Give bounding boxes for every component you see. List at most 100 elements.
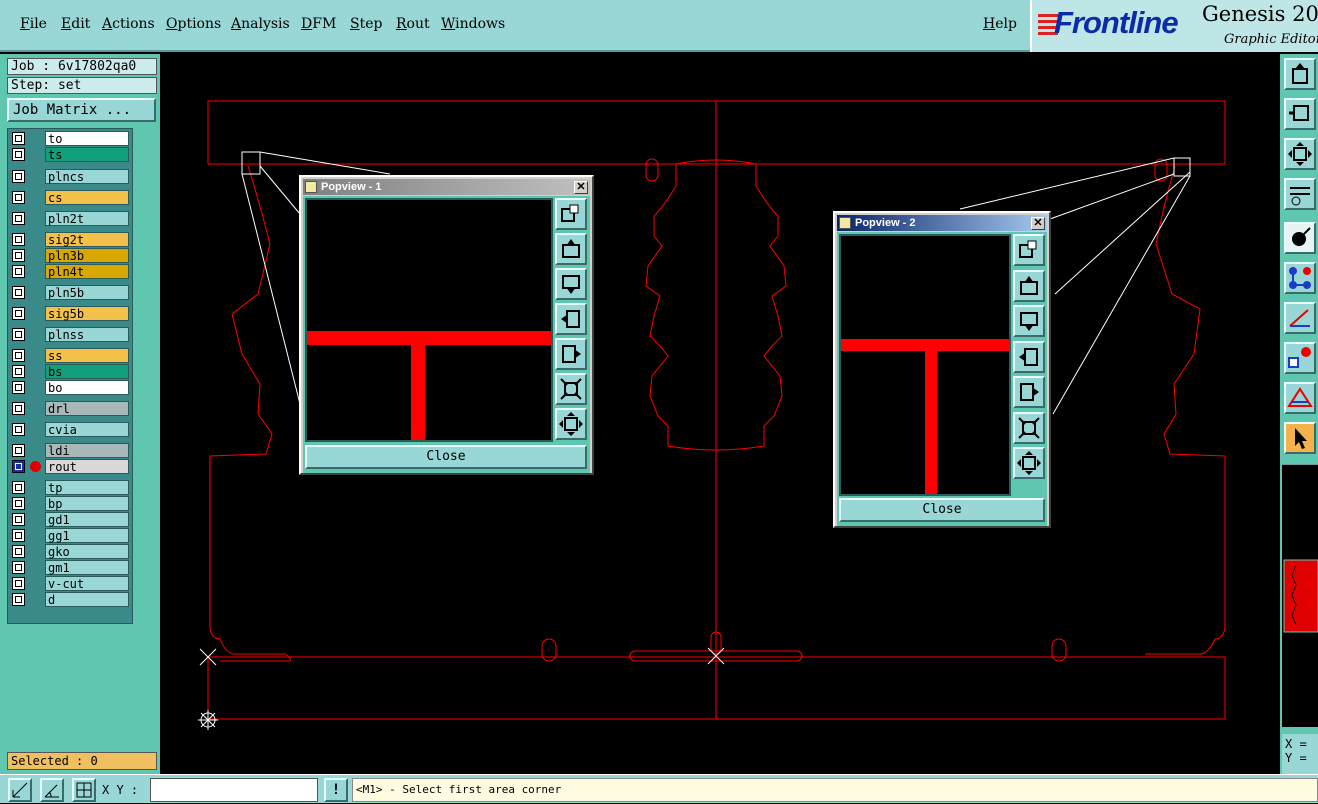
layer-row-gg1[interactable]: gg1	[10, 528, 130, 543]
layer-row-tp[interactable]: tp	[10, 480, 130, 495]
layer-name[interactable]: ss	[45, 348, 129, 363]
layer-checkbox[interactable]	[12, 349, 25, 362]
layer-name[interactable]: sig2t	[45, 232, 129, 247]
snap-button[interactable]	[1284, 98, 1316, 130]
layer-name[interactable]: cs	[45, 190, 129, 205]
popview-2-pan-up-button[interactable]	[1013, 270, 1045, 302]
layer-checkbox[interactable]	[12, 577, 25, 590]
popview-2-pan-right-button[interactable]	[1013, 376, 1045, 408]
popview-2-zoom-in-button[interactable]	[1013, 412, 1045, 444]
layer-checkbox[interactable]	[12, 365, 25, 378]
popview-2-zoom-out-button[interactable]	[1013, 447, 1045, 479]
layer-row-ldi[interactable]: ldi	[10, 443, 130, 458]
layer-checkbox[interactable]	[12, 529, 25, 542]
popview-2-pan-left-button[interactable]	[1013, 341, 1045, 373]
grid-mode-button[interactable]	[72, 778, 96, 802]
popview-1-titlebar[interactable]: Popview - 1 ✕	[303, 179, 590, 195]
layer-checkbox[interactable]	[12, 481, 25, 494]
popview-2-zoom-window-button[interactable]	[1013, 234, 1045, 266]
snap-mode-button[interactable]	[8, 778, 32, 802]
layer-row-bo[interactable]: bo	[10, 380, 130, 395]
layer-checkbox[interactable]	[12, 233, 25, 246]
layer-checkbox[interactable]	[12, 307, 25, 320]
exclamation-button[interactable]: !	[324, 778, 348, 802]
layer-row-to[interactable]: to	[10, 131, 130, 146]
triangle-button[interactable]	[1284, 382, 1316, 414]
layer-row-bp[interactable]: bp	[10, 496, 130, 511]
popview-1-close-icon[interactable]: ✕	[574, 181, 588, 194]
layer-checkbox[interactable]	[12, 460, 25, 473]
popview-2-pan-down-button[interactable]	[1013, 305, 1045, 337]
menu-edit[interactable]: Edit	[61, 16, 90, 32]
menu-step[interactable]: Step	[350, 16, 382, 32]
overview-map[interactable]	[1282, 464, 1318, 727]
layer-checkbox[interactable]	[12, 212, 25, 225]
job-matrix-button[interactable]: Job Matrix ...	[7, 98, 156, 122]
measure-mode-button[interactable]	[40, 778, 64, 802]
layer-checkbox[interactable]	[12, 328, 25, 341]
popview-1-zoom-in-button[interactable]	[555, 373, 587, 405]
layer-checkbox[interactable]	[12, 170, 25, 183]
menu-file[interactable]: File	[20, 16, 47, 32]
popview-1-close-button[interactable]: Close	[305, 445, 587, 469]
layer-name[interactable]: gd1	[45, 512, 129, 527]
layer-checkbox[interactable]	[12, 249, 25, 262]
layer-row-pln4t[interactable]: pln4t	[10, 264, 130, 279]
layer-name[interactable]: bs	[45, 364, 129, 379]
layer-checkbox[interactable]	[12, 593, 25, 606]
layer-checkbox[interactable]	[12, 513, 25, 526]
measure-button[interactable]	[1284, 178, 1316, 210]
layer-name[interactable]: d	[45, 592, 129, 607]
popview-1-view[interactable]	[305, 198, 553, 442]
menu-dfm[interactable]: DFM	[301, 16, 336, 32]
layer-checkbox[interactable]	[12, 381, 25, 394]
popview-2-close-icon[interactable]: ✕	[1031, 217, 1045, 230]
layer-row-gko[interactable]: gko	[10, 544, 130, 559]
popview-1-pan-down-button[interactable]	[555, 268, 587, 300]
popview-2-view[interactable]	[839, 234, 1011, 496]
feature-select-button[interactable]	[1284, 222, 1316, 254]
layer-name[interactable]: sig5b	[45, 306, 129, 321]
layer-name[interactable]: plncs	[45, 169, 129, 184]
layer-name[interactable]: drl	[45, 401, 129, 416]
layer-checkbox[interactable]	[12, 132, 25, 145]
layer-checkbox[interactable]	[12, 402, 25, 415]
menu-options[interactable]: Options	[166, 16, 221, 32]
layer-row-gm1[interactable]: gm1	[10, 560, 130, 575]
layer-name[interactable]: ts	[45, 147, 129, 162]
layer-checkbox[interactable]	[12, 286, 25, 299]
layer-row-rout[interactable]: rout	[10, 459, 130, 474]
popview-1-pan-up-button[interactable]	[555, 233, 587, 265]
layer-checkbox[interactable]	[12, 423, 25, 436]
layer-row-pln2t[interactable]: pln2t	[10, 211, 130, 226]
layer-row-plnss[interactable]: plnss	[10, 327, 130, 342]
layer-row-pln3b[interactable]: pln3b	[10, 248, 130, 263]
popview-2-close-button[interactable]: Close	[839, 498, 1045, 522]
layer-checkbox[interactable]	[12, 561, 25, 574]
layer-checkbox[interactable]	[12, 148, 25, 161]
popview-1-zoom-out-button[interactable]	[555, 408, 587, 440]
layer-row-pln5b[interactable]: pln5b	[10, 285, 130, 300]
layer-name[interactable]: pln2t	[45, 211, 129, 226]
menu-analysis[interactable]: Analysis	[231, 16, 290, 32]
layer-name[interactable]: gm1	[45, 560, 129, 575]
layer-row-bs[interactable]: bs	[10, 364, 130, 379]
pointer-button[interactable]	[1284, 422, 1316, 454]
layer-name[interactable]: gg1	[45, 528, 129, 543]
popview-window-1[interactable]: Popview - 1 ✕ Close	[299, 175, 594, 475]
layer-row-plncs[interactable]: plncs	[10, 169, 130, 184]
layer-row-gd1[interactable]: gd1	[10, 512, 130, 527]
layer-name[interactable]: tp	[45, 480, 129, 495]
menu-rout[interactable]: Rout	[396, 16, 430, 32]
layer-name[interactable]: to	[45, 131, 129, 146]
popview-window-2[interactable]: Popview - 2 ✕ Close	[833, 211, 1051, 528]
layer-row-ss[interactable]: ss	[10, 348, 130, 363]
layer-name[interactable]: bo	[45, 380, 129, 395]
zoom-fit-button[interactable]	[1284, 138, 1316, 170]
layer-name[interactable]: pln5b	[45, 285, 129, 300]
popview-1-pan-left-button[interactable]	[555, 303, 587, 335]
layer-row-v-cut[interactable]: v-cut	[10, 576, 130, 591]
layer-row-sig5b[interactable]: sig5b	[10, 306, 130, 321]
shapes-button[interactable]	[1284, 342, 1316, 374]
layer-row-ts[interactable]: ts	[10, 147, 130, 162]
